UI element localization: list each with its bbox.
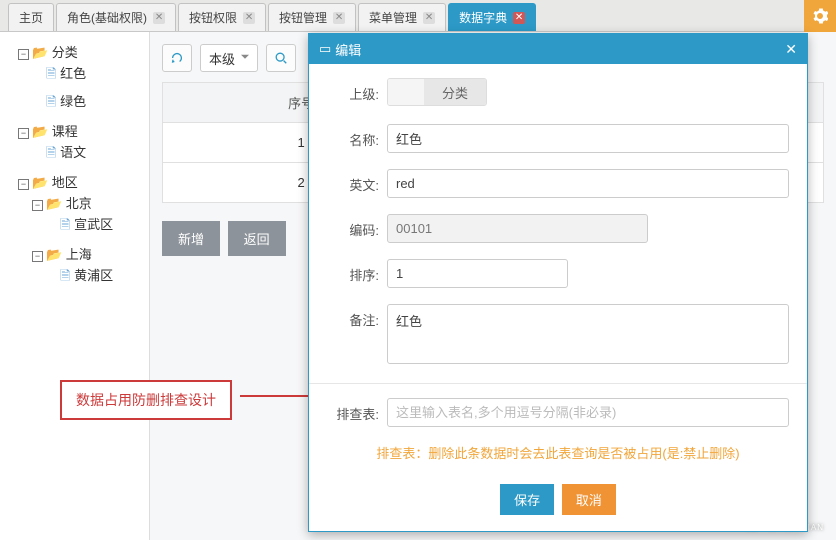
name-field[interactable] <box>387 124 789 153</box>
en-field[interactable] <box>387 169 789 198</box>
breadcrumb-seg[interactable] <box>388 79 424 105</box>
document-icon: 🗎 <box>46 94 56 109</box>
check-hint: 排查表：删除此条数据时会去此表查询是否被占用(是:禁止删除) <box>327 443 789 462</box>
document-icon: 🗎 <box>46 66 56 81</box>
tab-数据字典[interactable]: 数据字典✕ <box>448 3 536 31</box>
tree-toggle-icon[interactable]: − <box>32 200 43 211</box>
document-icon: 🗎 <box>46 145 56 160</box>
folder-open-icon: 📂 <box>32 124 48 139</box>
tab-close-icon[interactable]: ✕ <box>513 12 525 24</box>
save-button[interactable]: 保存 <box>500 484 554 515</box>
tree-node-语文[interactable]: 🗎 语文 <box>32 140 145 168</box>
remark-field[interactable] <box>387 304 789 364</box>
back-button[interactable]: 返回 <box>228 221 286 256</box>
level-select[interactable]: 本级 <box>200 44 258 72</box>
top-tab-bar: 主页角色(基础权限)✕按钮权限✕按钮管理✕菜单管理✕数据字典✕ <box>0 0 836 32</box>
tree-label: 语文 <box>56 145 86 160</box>
code-field <box>387 214 648 243</box>
checktable-field[interactable] <box>387 398 789 427</box>
parent-breadcrumb[interactable]: 分类 <box>387 78 487 106</box>
document-icon: 🗎 <box>60 268 70 283</box>
tree-toggle-icon[interactable]: − <box>32 251 43 262</box>
tree-label: 黄浦区 <box>70 268 113 283</box>
field-label-code: 编码: <box>327 214 387 239</box>
level-select-value: 本级 <box>209 49 235 68</box>
folder-open-icon: 📂 <box>46 247 62 262</box>
tree-toggle-icon[interactable]: − <box>18 128 29 139</box>
field-label-check: 排查表: <box>327 398 387 423</box>
category-tree: −📂 分类🗎 红色🗎 绿色−📂 课程🗎 语文−📂 地区−📂 北京🗎 宣武区−📂 … <box>0 32 150 540</box>
field-label-en: 英文: <box>327 169 387 194</box>
tree-node-北京[interactable]: −📂 北京🗎 宣武区 <box>32 191 145 242</box>
folder-open-icon: 📂 <box>32 175 48 190</box>
annotation-callout: 数据占用防删排查设计 <box>60 380 232 420</box>
tree-node-红色[interactable]: 🗎 红色 <box>32 61 145 89</box>
tab-按钮管理[interactable]: 按钮管理✕ <box>268 3 356 31</box>
edit-modal: ▭ 编辑 ✕ 上级: 分类 名称: 英文: 编码: 排序: <box>308 33 808 532</box>
cancel-button[interactable]: 取消 <box>562 484 616 515</box>
tab-close-icon[interactable]: ✕ <box>333 12 345 24</box>
tree-label: 课程 <box>48 124 78 139</box>
tree-toggle-icon[interactable]: − <box>18 49 29 60</box>
field-label-remark: 备注: <box>327 304 387 329</box>
tree-label: 绿色 <box>56 94 86 109</box>
document-icon: 🗎 <box>60 217 70 232</box>
tree-node-地区[interactable]: −📂 地区−📂 北京🗎 宣武区−📂 上海🗎 黄浦区 <box>18 170 145 295</box>
tree-node-上海[interactable]: −📂 上海🗎 黄浦区 <box>32 242 145 293</box>
tree-node-课程[interactable]: −📂 课程🗎 语文 <box>18 119 145 170</box>
tree-node-黄浦区[interactable]: 🗎 黄浦区 <box>46 263 145 291</box>
tree-label: 地区 <box>48 175 78 190</box>
field-label-sort: 排序: <box>327 259 387 284</box>
tree-label: 宣武区 <box>70 217 113 232</box>
tree-node-绿色[interactable]: 🗎 绿色 <box>32 89 145 117</box>
gear-icon[interactable] <box>804 0 836 32</box>
tab-按钮权限[interactable]: 按钮权限✕ <box>178 3 266 31</box>
refresh-icon[interactable] <box>162 44 192 72</box>
tree-label: 红色 <box>56 66 86 81</box>
tab-close-icon[interactable]: ✕ <box>423 12 435 24</box>
tab-主页[interactable]: 主页 <box>8 3 54 31</box>
folder-open-icon: 📂 <box>32 45 48 60</box>
sort-field[interactable] <box>387 259 568 288</box>
field-label-name: 名称: <box>327 124 387 149</box>
tab-close-icon[interactable]: ✕ <box>153 12 165 24</box>
tab-菜单管理[interactable]: 菜单管理✕ <box>358 3 446 31</box>
tree-node-宣武区[interactable]: 🗎 宣武区 <box>46 212 145 240</box>
add-button[interactable]: 新增 <box>162 221 220 256</box>
close-icon[interactable]: ✕ <box>785 41 797 58</box>
field-label-parent: 上级: <box>327 78 387 103</box>
tree-label: 上海 <box>62 247 92 262</box>
search-icon[interactable] <box>266 44 296 72</box>
tab-close-icon[interactable]: ✕ <box>243 12 255 24</box>
folder-open-icon: 📂 <box>46 196 62 211</box>
modal-icon: ▭ <box>319 41 331 57</box>
tree-node-分类[interactable]: −📂 分类🗎 红色🗎 绿色 <box>18 40 145 119</box>
tree-label: 北京 <box>62 196 92 211</box>
breadcrumb-seg[interactable]: 分类 <box>424 79 486 105</box>
modal-title: 编辑 <box>335 40 361 59</box>
tree-label: 分类 <box>48 45 78 60</box>
tree-toggle-icon[interactable]: − <box>18 179 29 190</box>
tab-角色(基础权限)[interactable]: 角色(基础权限)✕ <box>56 3 176 31</box>
